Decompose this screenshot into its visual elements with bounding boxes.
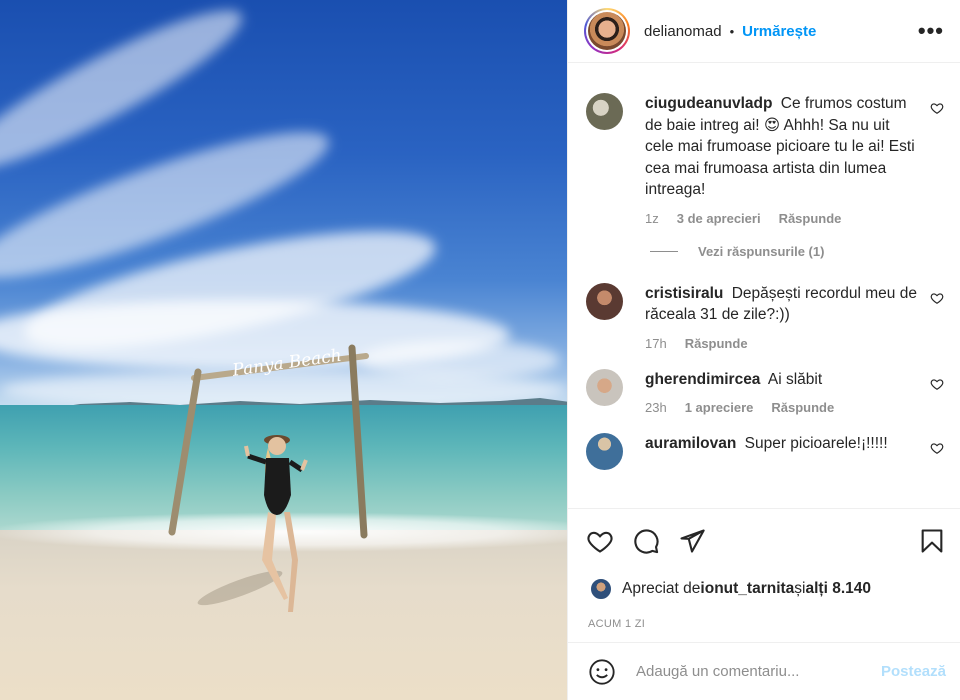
- likes-others-count[interactable]: alți 8.140: [806, 580, 872, 598]
- commenter-avatar[interactable]: [586, 368, 623, 406]
- comment-bubble-icon: [634, 528, 659, 554]
- liker-avatar[interactable]: [590, 578, 612, 600]
- commenter-avatar[interactable]: [586, 93, 623, 130]
- beach-sign-scene: Panya Beach: [168, 344, 369, 612]
- commenter-avatar[interactable]: [586, 282, 623, 320]
- comment-text: Super picioarele!¡!!!!!: [744, 435, 888, 452]
- post-photo[interactable]: Panya Beach: [0, 0, 567, 700]
- likes-and: și: [794, 580, 806, 597]
- comment-button[interactable]: [632, 527, 660, 555]
- comment-meta: 23h 1 apreciere Răspunde: [645, 400, 922, 415]
- replies-line: [650, 250, 678, 252]
- comment-text: Ai slăbit: [767, 370, 823, 388]
- paper-plane-icon: [680, 528, 705, 553]
- add-comment-bar: Postează: [568, 642, 960, 700]
- author-username[interactable]: delianomad: [644, 23, 722, 40]
- like-comment-heart-icon[interactable]: [930, 377, 944, 391]
- commenter-username[interactable]: cristisiralu: [645, 285, 723, 302]
- comment-age[interactable]: 23h: [645, 400, 667, 415]
- comment-item: cristisiralu Depășești recordul meu de r…: [586, 282, 946, 351]
- separator-dot: •: [729, 23, 735, 39]
- post-comment-button[interactable]: Postează: [881, 663, 946, 680]
- commenter-username[interactable]: ciugudeanuvladp: [645, 95, 772, 112]
- save-button[interactable]: [918, 527, 946, 555]
- add-comment-input[interactable]: [636, 663, 881, 680]
- view-replies-label: Vezi răspunsurile (1): [698, 243, 825, 259]
- author-avatar[interactable]: [584, 8, 630, 54]
- like-comment-heart-icon[interactable]: [930, 441, 944, 455]
- post-timestamp[interactable]: ACUM 1 ZI: [568, 606, 960, 642]
- sign-text: Panya Beach: [230, 346, 343, 381]
- reply-button[interactable]: Răspunde: [779, 211, 842, 226]
- comment-item: auramilovan Super picioarele!¡!!!!!: [586, 433, 946, 470]
- post-side-panel: delianomad • Urmărește ••• ciugudeanuvla…: [567, 0, 960, 700]
- follow-button[interactable]: Urmărește: [742, 23, 816, 40]
- comment-likes[interactable]: 3 de aprecieri: [677, 211, 761, 226]
- share-button[interactable]: [678, 527, 706, 555]
- comment-age[interactable]: 17h: [645, 336, 667, 351]
- instagram-post: Panya Beach delianomad • Urmărește ••• c…: [0, 0, 960, 700]
- post-header: delianomad • Urmărește •••: [568, 0, 960, 63]
- reply-button[interactable]: Răspunde: [771, 400, 834, 415]
- author-avatar-image: [588, 12, 626, 50]
- like-comment-heart-icon[interactable]: [930, 101, 944, 115]
- comment-item: ciugudeanuvladp Ce frumos costum de baie…: [586, 93, 946, 226]
- commenter-avatar[interactable]: [586, 433, 623, 470]
- comment-likes[interactable]: 1 apreciere: [685, 400, 754, 415]
- commenter-username[interactable]: auramilovan: [645, 435, 736, 452]
- bookmark-icon: [921, 528, 943, 553]
- comments-list[interactable]: ciugudeanuvladp Ce frumos costum de baie…: [568, 63, 960, 508]
- like-button[interactable]: [586, 527, 614, 555]
- liker-username[interactable]: ionut_tarnita: [700, 580, 794, 598]
- comment-age[interactable]: 1z: [645, 211, 659, 226]
- comment-item: gherendimircea Ai slăbit 23h 1 apreciere…: [586, 368, 946, 415]
- likes-prefix: Apreciat de: [622, 580, 701, 597]
- comment-meta: 1z 3 de aprecieri Răspunde: [645, 211, 922, 226]
- more-options-icon[interactable]: •••: [918, 20, 944, 42]
- post-actions-bar: [568, 508, 960, 572]
- comment-meta: 17h Răspunde: [645, 336, 922, 351]
- commenter-username[interactable]: gherendimircea: [645, 371, 760, 388]
- heart-icon: [587, 531, 613, 553]
- like-comment-heart-icon[interactable]: [930, 291, 944, 305]
- emoji-icon[interactable]: [588, 658, 616, 686]
- reply-button[interactable]: Răspunde: [685, 336, 748, 351]
- view-replies-button[interactable]: Vezi răspunsurile (1): [650, 244, 946, 259]
- likes-summary: Apreciat de ionut_tarnita și alți 8.140: [568, 572, 960, 606]
